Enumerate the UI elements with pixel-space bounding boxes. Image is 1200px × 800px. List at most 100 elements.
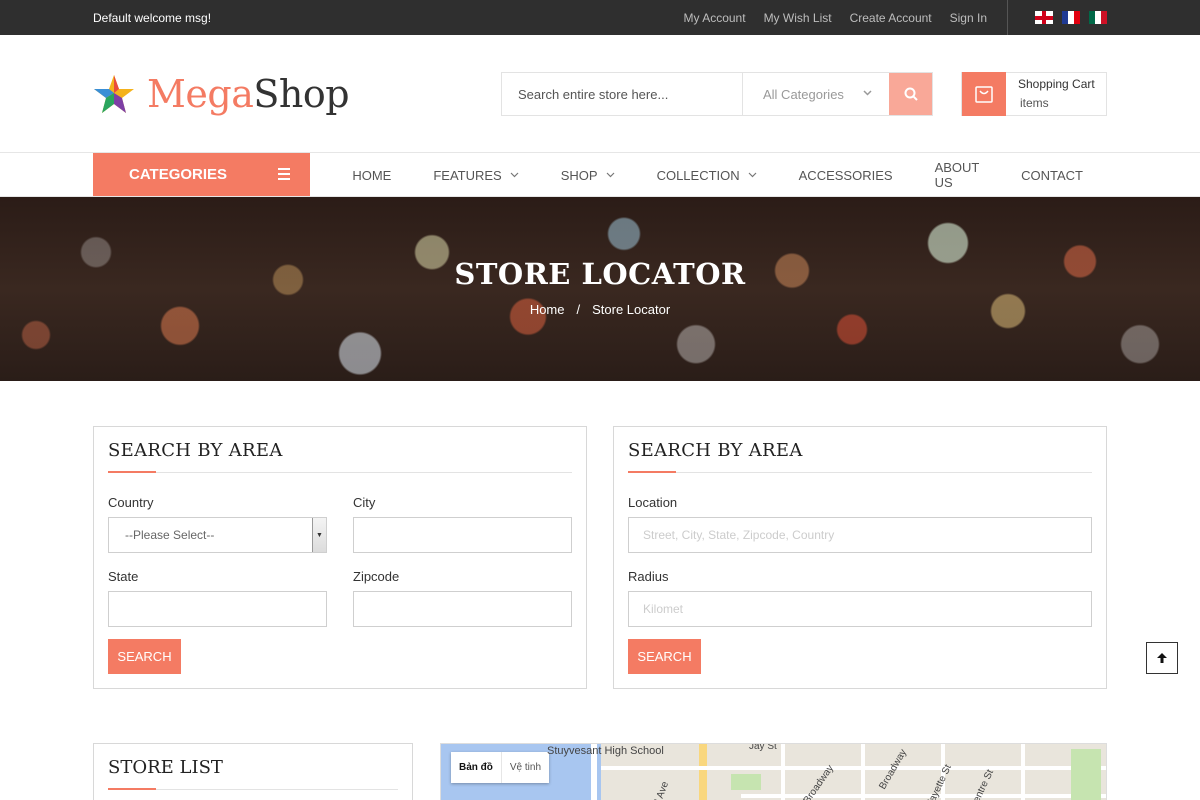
arrow-up-icon	[1157, 653, 1167, 663]
nav-label: CONTACT	[1021, 167, 1083, 183]
state-field: State	[108, 569, 327, 627]
map-label: End Ave	[648, 780, 672, 800]
welcome-message: Default welcome msg!	[93, 10, 212, 25]
country-label: Country	[108, 495, 154, 510]
location-input[interactable]: Street, City, State, Zipcode, Country	[628, 517, 1092, 553]
nav-item-about-us[interactable]: ABOUT US	[935, 160, 980, 190]
radius-input[interactable]: Kilomet	[628, 591, 1092, 627]
main-nav: CATEGORIES HOME FEATURES SHOP COLLECTION…	[0, 153, 1200, 197]
wish-list-link[interactable]: My Wish List	[764, 11, 832, 25]
shopping-cart[interactable]: Shopping Cart items	[961, 72, 1107, 116]
zipcode-field: Zipcode	[353, 569, 572, 627]
chevron-down-icon	[606, 172, 614, 178]
panel-title: SEARCH BY AREA	[108, 440, 572, 473]
nav-label: FEATURES	[433, 167, 502, 183]
country-select-value: --Please Select--	[125, 528, 215, 542]
account-links: My Account My Wish List Create Account S…	[666, 0, 1107, 35]
category-select-value: All Categories	[763, 86, 844, 102]
location-label: Location	[628, 495, 678, 510]
map-view-button[interactable]: Bản đồ	[451, 752, 501, 783]
city-input[interactable]	[353, 517, 572, 553]
area-search-button[interactable]: SEARCH	[108, 639, 181, 674]
search-panels: SEARCH BY AREA Country --Please Select--…	[93, 426, 1107, 689]
map-label: Jay St	[749, 743, 777, 752]
nav-menu: HOME FEATURES SHOP COLLECTION ACCESSORIE…	[310, 153, 1083, 197]
country-field: Country --Please Select-- ▼	[108, 495, 327, 553]
nav-item-collection[interactable]: COLLECTION	[657, 168, 757, 183]
scroll-to-top-button[interactable]	[1146, 642, 1178, 674]
hamburger-icon	[278, 168, 291, 183]
logo-text-mega: Mega	[147, 72, 254, 116]
cart-items-count: items	[1020, 96, 1049, 110]
site-logo[interactable]: MegaShop	[93, 72, 350, 116]
language-switcher	[1007, 0, 1107, 35]
map-park	[1071, 749, 1101, 800]
map-label: Stuyvesant High School	[547, 745, 664, 757]
create-account-link[interactable]: Create Account	[850, 11, 932, 25]
breadcrumb: Home / Store Locator	[0, 302, 1200, 317]
nav-label: HOME	[352, 167, 392, 183]
sign-in-link[interactable]: Sign In	[950, 11, 987, 25]
chevron-down-icon	[863, 90, 872, 96]
search-bar: All Categories	[501, 72, 933, 116]
my-account-link[interactable]: My Account	[684, 11, 746, 25]
mexican-flag-icon[interactable]	[1089, 11, 1107, 24]
location-search-button[interactable]: SEARCH	[628, 639, 701, 674]
nav-item-home[interactable]: HOME	[352, 168, 391, 183]
city-label: City	[353, 495, 376, 510]
map-road	[601, 766, 1106, 770]
map-park	[731, 774, 761, 790]
map-road	[781, 744, 785, 800]
categories-label: CATEGORIES	[129, 166, 228, 183]
nav-label: COLLECTION	[656, 167, 740, 183]
satellite-view-button[interactable]: Vệ tinh	[500, 752, 549, 783]
page-banner: STORE LOCATOR Home / Store Locator	[0, 197, 1200, 381]
nav-item-accessories[interactable]: ACCESSORIES	[799, 168, 893, 183]
english-flag-icon[interactable]	[1035, 11, 1053, 24]
chevron-down-icon	[748, 172, 757, 178]
page-title: STORE LOCATOR	[454, 257, 746, 291]
store-list-title: STORE LIST	[108, 757, 398, 790]
state-label: State	[108, 569, 139, 584]
store-map[interactable]: Bản đồ Vệ tinh Stuyvesant High School Ja…	[440, 743, 1107, 800]
zipcode-input[interactable]	[353, 591, 572, 627]
search-button[interactable]	[889, 73, 932, 115]
search-by-area-panel: SEARCH BY AREA Country --Please Select--…	[93, 426, 587, 689]
search-by-location-panel: SEARCH BY AREA Location Street, City, St…	[613, 426, 1107, 689]
dropdown-arrow-icon: ▼	[312, 518, 326, 552]
categories-menu-button[interactable]: CATEGORIES	[93, 153, 311, 196]
zipcode-label: Zipcode	[353, 569, 400, 584]
search-input[interactable]	[502, 73, 742, 115]
nav-label: ABOUT US	[934, 160, 980, 190]
nav-item-shop[interactable]: SHOP	[561, 168, 615, 183]
country-select[interactable]: --Please Select-- ▼	[108, 517, 327, 553]
chevron-down-icon	[510, 172, 519, 178]
radius-field: Radius Kilomet	[628, 569, 1092, 627]
site-header: MegaShop All Categories Shopping Cart it…	[0, 35, 1200, 153]
city-field: City	[353, 495, 572, 553]
map-road	[861, 744, 865, 800]
cart-summary: Shopping Cart items	[1006, 75, 1095, 113]
store-results: STORE LIST Bản đồ Vệ tinh Stuyvesant Hig…	[93, 743, 1107, 800]
french-flag-icon[interactable]	[1062, 11, 1080, 24]
map-type-toggle: Bản đồ Vệ tinh	[451, 752, 550, 783]
state-input[interactable]	[108, 591, 327, 627]
breadcrumb-separator: /	[576, 302, 581, 317]
map-road	[1021, 744, 1025, 800]
map-highway	[699, 744, 707, 800]
cart-title: Shopping Cart	[1018, 77, 1095, 91]
top-bar: Default welcome msg! My Account My Wish …	[0, 0, 1200, 35]
shopping-bag-icon	[962, 72, 1006, 116]
logo-text: MegaShop	[147, 72, 350, 116]
radius-label: Radius	[628, 569, 669, 584]
star-logo-icon	[94, 75, 134, 113]
breadcrumb-home-link[interactable]: Home	[530, 302, 565, 317]
nav-label: SHOP	[560, 167, 598, 183]
logo-text-shop: Shop	[253, 72, 350, 116]
nav-item-contact[interactable]: CONTACT	[1021, 168, 1083, 183]
map-road	[741, 794, 1106, 798]
breadcrumb-current: Store Locator	[592, 302, 671, 317]
panel-title: SEARCH BY AREA	[628, 440, 1092, 473]
category-select[interactable]: All Categories	[742, 73, 889, 115]
nav-item-features[interactable]: FEATURES	[433, 167, 519, 183]
